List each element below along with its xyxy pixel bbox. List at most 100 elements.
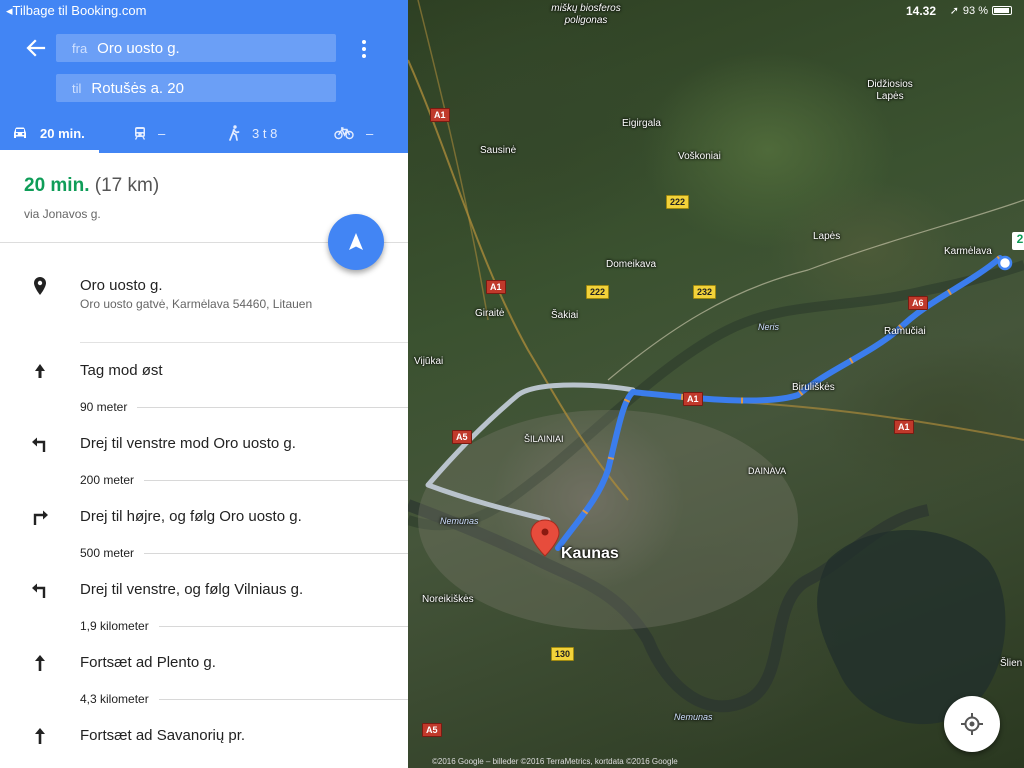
status-time: 14.32 <box>906 4 937 18</box>
map-label-voskoniai: Voškoniai <box>678 151 721 162</box>
train-icon <box>134 127 146 140</box>
direction-step[interactable]: Fortsæt ad Plento g. 4,3 kilometer <box>0 635 408 708</box>
route-badge: 2 <box>1012 232 1024 250</box>
status-battery: ➚ 93 % <box>950 4 1012 17</box>
step-distance: 90 meter <box>80 400 138 414</box>
map-label-karmelava: Karmėlava <box>944 246 992 257</box>
map-label-slien: Šlien <box>1000 658 1023 669</box>
road-shield-a1: A1 <box>430 108 450 122</box>
tab-bike[interactable]: – <box>334 113 373 153</box>
my-location-button[interactable] <box>944 696 1000 752</box>
step-distance-row: 500 meter <box>80 546 408 560</box>
crosshair-icon <box>961 713 983 735</box>
road-shield-a1: A1 <box>683 392 703 406</box>
step-instruction: Drej til højre, og følg Oro uosto g. <box>80 508 302 525</box>
direction-step[interactable]: Drej til højre, og følg Oro uosto g. 500… <box>0 489 408 562</box>
road-shield-222: 222 <box>666 195 690 209</box>
tab-transit-label: – <box>158 125 166 141</box>
step-instruction: Fortsæt ad Plento g. <box>80 654 216 671</box>
map-label-sakiai: Šakiai <box>551 310 579 321</box>
direction-steps: Tag mod øst 90 meter Drej til venstre mo… <box>0 343 408 768</box>
map-label-domeikava: Domeikava <box>606 259 657 270</box>
map-label-eigirgala: Eigirgala <box>622 118 661 129</box>
step-distance-row: 1,9 kilometer <box>80 619 408 633</box>
map-label-ramuciai: Ramučiai <box>884 326 926 337</box>
car-icon <box>14 127 26 138</box>
map-label-nemunas-west: Nemunas <box>440 516 479 526</box>
step-instruction: Tag mod øst <box>80 362 163 379</box>
straight-icon <box>35 728 45 744</box>
battery-percent: 93 % <box>962 4 988 17</box>
direction-step[interactable]: Fortsæt ad Savanorių pr. <box>0 708 408 768</box>
tab-bike-label: – <box>366 125 374 141</box>
location-pin-icon <box>34 277 46 295</box>
route-time: 20 min. (17 km) <box>24 175 159 197</box>
map-label-silainiai: ŠILAINIAI <box>524 434 564 444</box>
road-shield-a1: A1 <box>894 420 914 434</box>
map-roads-layer <box>408 0 1024 725</box>
divider <box>137 406 408 408</box>
map-label-biruliskes: Biruliškės <box>792 382 835 393</box>
step-distance: 1,9 kilometer <box>80 619 159 633</box>
tab-walk-label: 3 t 8 <box>252 125 278 141</box>
map-label-poligonas: miškų biosferos poligonas <box>551 3 621 26</box>
route-distance: (17 km) <box>94 175 160 196</box>
map-label-neris: Neris <box>758 322 780 332</box>
road-shield-a5: A5 <box>422 723 442 737</box>
step-distance-row: 200 meter <box>80 473 408 487</box>
step-distance: 200 meter <box>80 473 145 487</box>
step-distance-row: 90 meter <box>80 400 408 414</box>
walk-icon <box>229 125 240 141</box>
turn-left-icon <box>32 583 46 598</box>
map-label-kaunas: Kaunas <box>561 545 619 562</box>
direction-step[interactable]: Drej til venstre mod Oro uosto g. 200 me… <box>0 416 408 489</box>
tab-car[interactable]: 20 min. <box>0 113 99 153</box>
map-label-nemunas-south: Nemunas <box>674 712 713 722</box>
tab-transit[interactable]: – <box>134 113 165 153</box>
road-shield-130: 130 <box>551 647 575 661</box>
road-shield-a6: A6 <box>908 296 928 310</box>
route-summary[interactable]: 20 min. (17 km) via Jonavos g. <box>0 153 408 270</box>
destination-field-value: Rotušės a. 20 <box>91 79 184 97</box>
divider <box>144 552 408 554</box>
turn-right-icon <box>33 510 48 525</box>
navigation-arrow-icon <box>349 233 363 250</box>
map-label-giraite: Giraitė <box>475 308 505 319</box>
route-duration: 20 min. <box>24 175 90 196</box>
step-distance-row: 4,3 kilometer <box>80 692 408 706</box>
origin-field[interactable]: fra Oro uosto g. <box>56 34 336 62</box>
step-distance: 500 meter <box>80 546 145 560</box>
travel-mode-tabs: 20 min. – 3 t 8 – <box>0 113 408 153</box>
directions-panel: ◂Tilbage til Booking.com fra Oro uosto g… <box>0 0 408 768</box>
origin-name: Oro uosto g. <box>80 277 163 294</box>
start-navigation-button[interactable] <box>328 214 384 270</box>
map-label-didziosios-lapes: Didžiosios Lapės <box>867 79 913 102</box>
direction-step[interactable]: Drej til venstre, og følg Vilniaus g. 1,… <box>0 562 408 635</box>
arrow-up-icon <box>35 364 45 378</box>
origin-address: Oro uosto gatvė, Karmėlava 54460, Litaue… <box>80 297 313 311</box>
directions-header: ◂Tilbage til Booking.com fra Oro uosto g… <box>0 0 408 153</box>
destination-field[interactable]: til Rotušės a. 20 <box>56 74 336 102</box>
road-shield-a1: A1 <box>486 280 506 294</box>
tab-walk[interactable]: 3 t 8 <box>228 113 277 153</box>
step-instruction: Fortsæt ad Savanorių pr. <box>80 727 246 744</box>
step-instruction: Drej til venstre mod Oro uosto g. <box>80 435 296 452</box>
divider <box>158 625 408 627</box>
bike-icon <box>334 127 354 140</box>
more-options-icon[interactable] <box>360 40 368 58</box>
direction-step[interactable]: Tag mod øst 90 meter <box>0 343 408 416</box>
road-shield-232: 232 <box>693 285 717 299</box>
battery-icon <box>992 6 1012 15</box>
satellite-map[interactable]: 14.32 ➚ 93 % miškų biosferos poligonas K… <box>408 0 1024 768</box>
origin-field-value: Oro uosto g. <box>97 39 180 57</box>
back-link-label: Tilbage til Booking.com <box>12 3 147 18</box>
map-label-vijukai: Vijūkai <box>414 356 444 367</box>
back-to-booking-link[interactable]: ◂Tilbage til Booking.com <box>6 3 146 19</box>
divider <box>144 479 408 481</box>
route-via: via Jonavos g. <box>24 207 101 221</box>
map-label-sausine: Sausinė <box>480 145 517 156</box>
map-attribution: ©2016 Google – billeder ©2016 TerraMetri… <box>432 757 678 766</box>
step-distance: 4,3 kilometer <box>80 692 159 706</box>
tab-car-label: 20 min. <box>40 125 85 141</box>
back-arrow-icon[interactable] <box>26 38 46 58</box>
